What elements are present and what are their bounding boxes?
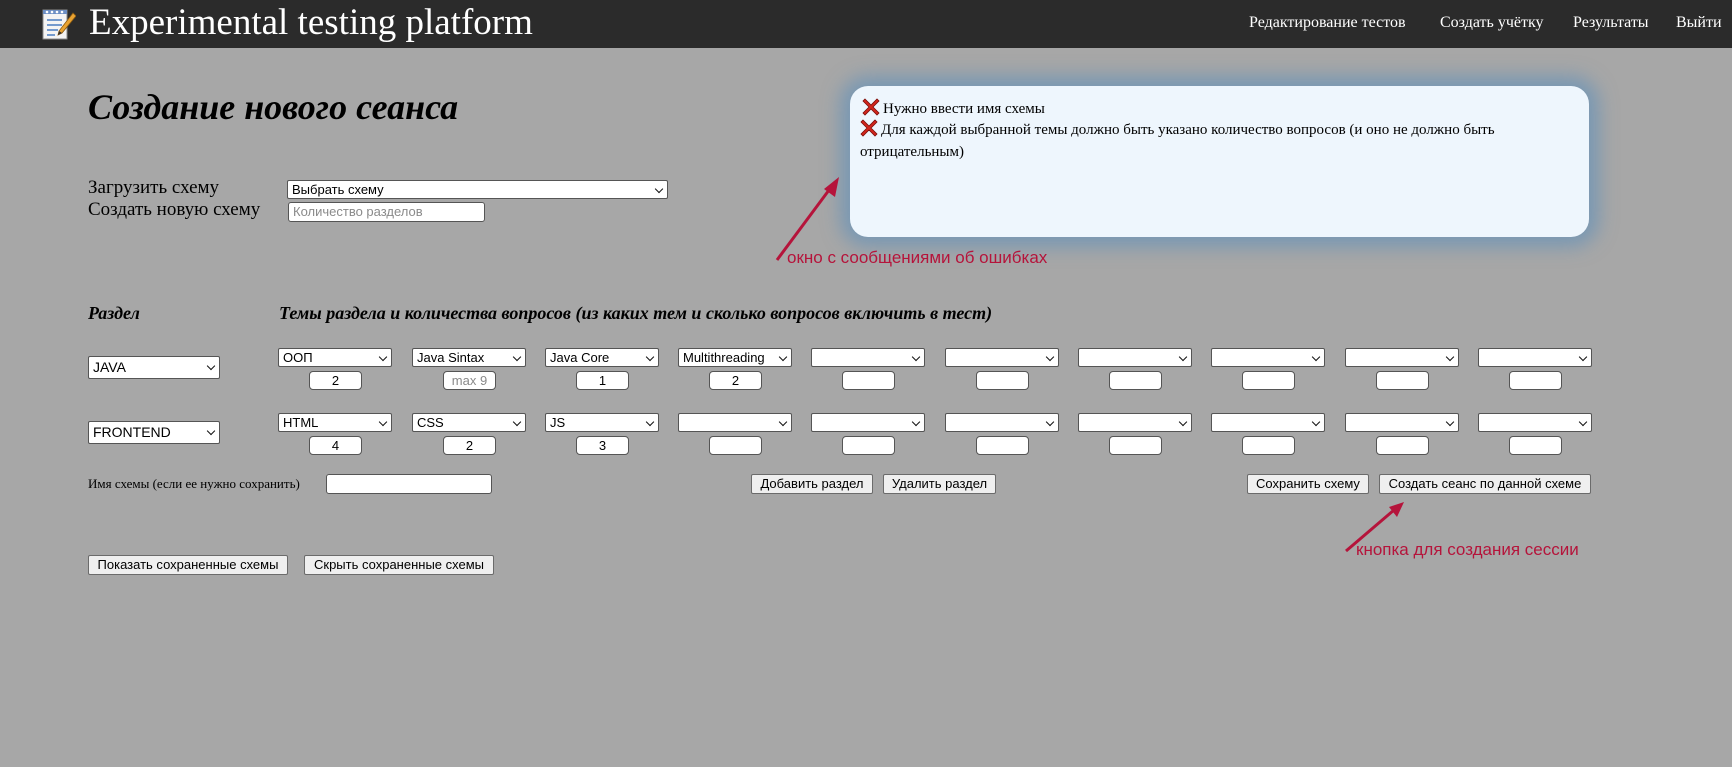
topic-select[interactable]: JS <box>545 413 659 432</box>
scheme-name-label: Имя схемы (если ее нужно сохранить) <box>88 476 300 491</box>
delete-section-button[interactable]: Удалить раздел <box>883 474 996 494</box>
question-count-input[interactable]: 2 <box>709 371 762 390</box>
topic-select[interactable] <box>811 413 925 432</box>
question-count-input[interactable]: 4 <box>309 436 362 455</box>
topic-select[interactable] <box>945 348 1059 367</box>
save-scheme-button[interactable]: Сохранить схему <box>1247 474 1369 494</box>
topic-select[interactable]: Java Sintax <box>412 348 526 367</box>
question-count-input[interactable]: 3 <box>576 436 629 455</box>
question-count-input[interactable] <box>1242 436 1295 455</box>
section-select[interactable]: JAVA <box>88 356 220 379</box>
annotation-error-window: окно с сообщениями об ошибках <box>787 248 1048 267</box>
question-count-input[interactable] <box>1509 436 1562 455</box>
topic-select[interactable] <box>1478 413 1592 432</box>
arrowhead <box>1389 502 1404 517</box>
annotation-create-button: кнопка для создания сессии <box>1356 540 1579 559</box>
create-session-button[interactable]: Создать сеанс по данной схеме <box>1379 474 1591 494</box>
question-count-input[interactable]: 1 <box>576 371 629 390</box>
question-count-input[interactable] <box>1509 371 1562 390</box>
topic-select[interactable] <box>1078 348 1192 367</box>
topic-select[interactable] <box>1078 413 1192 432</box>
question-count-input[interactable] <box>1376 436 1429 455</box>
topic-select[interactable] <box>1478 348 1592 367</box>
topic-select[interactable] <box>945 413 1059 432</box>
topics-column-header: Темы раздела и количества вопросов (из к… <box>279 303 993 323</box>
question-count-input[interactable] <box>842 436 895 455</box>
question-count-input[interactable] <box>1376 371 1429 390</box>
scheme-name-input[interactable] <box>326 474 492 494</box>
topic-select[interactable]: CSS <box>412 413 526 432</box>
question-count-input[interactable] <box>842 371 895 390</box>
question-count-input[interactable] <box>1109 436 1162 455</box>
section-select[interactable]: FRONTEND <box>88 421 220 444</box>
question-count-input[interactable] <box>709 436 762 455</box>
topic-select[interactable] <box>1345 348 1459 367</box>
hide-saved-schemes-button[interactable]: Скрыть сохраненные схемы <box>304 555 494 575</box>
show-saved-schemes-button[interactable]: Показать сохраненные схемы <box>88 555 288 575</box>
topic-select[interactable] <box>811 348 925 367</box>
question-count-input[interactable] <box>976 436 1029 455</box>
question-count-input[interactable] <box>1109 371 1162 390</box>
topic-select[interactable]: ООП <box>278 348 392 367</box>
question-count-input[interactable]: 2 <box>309 371 362 390</box>
question-count-input[interactable]: 2 <box>443 436 496 455</box>
question-count-input[interactable]: max 9 <box>443 371 496 390</box>
topic-select[interactable] <box>1211 348 1325 367</box>
topic-select[interactable]: Multithreading <box>678 348 792 367</box>
topic-select[interactable] <box>678 413 792 432</box>
question-count-input[interactable] <box>1242 371 1295 390</box>
topic-select[interactable]: HTML <box>278 413 392 432</box>
add-section-button[interactable]: Добавить раздел <box>751 474 873 494</box>
question-count-input[interactable] <box>976 371 1029 390</box>
topic-select[interactable] <box>1345 413 1459 432</box>
topic-select[interactable] <box>1211 413 1325 432</box>
section-column-header: Раздел <box>88 303 140 323</box>
topic-select[interactable]: Java Core <box>545 348 659 367</box>
